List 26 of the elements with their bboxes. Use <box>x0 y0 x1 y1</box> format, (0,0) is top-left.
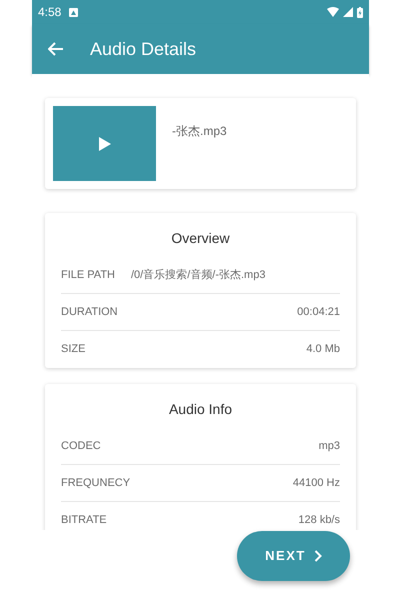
row-value: mp3 <box>318 438 340 454</box>
row-label: FREQUNECY <box>61 476 130 491</box>
row-value: 4.0 Mb <box>306 342 340 358</box>
chevron-right-icon <box>314 550 322 562</box>
next-button[interactable]: NEXT <box>237 531 350 581</box>
row-value: /0/音乐搜索/音频/-张杰.mp3 <box>131 268 266 283</box>
row-label: SIZE <box>61 342 86 358</box>
battery-icon <box>357 6 363 18</box>
row-label: BITRATE <box>61 513 107 528</box>
row-label: FILE PATH <box>61 268 115 283</box>
row-value: 44100 Hz <box>292 476 340 491</box>
row-label: DURATION <box>61 304 118 320</box>
row-value: 00:04:21 <box>297 304 340 320</box>
signal-icon <box>343 7 353 17</box>
section-title: Overview <box>170 229 231 248</box>
back-arrow-icon[interactable] <box>48 42 64 56</box>
play-icon[interactable] <box>98 136 110 150</box>
wifi-icon <box>327 7 339 17</box>
file-name: -张杰.mp3 <box>172 123 227 140</box>
toolbar-title: Audio Details <box>90 38 196 60</box>
notification-icon <box>69 8 78 16</box>
section-title: Audio Info <box>168 400 234 419</box>
status-time: 4:58 <box>38 4 62 21</box>
row-label: CODEC <box>61 438 101 454</box>
audio-thumbnail[interactable] <box>53 106 156 181</box>
row-value: 128 kb/s <box>298 513 340 528</box>
